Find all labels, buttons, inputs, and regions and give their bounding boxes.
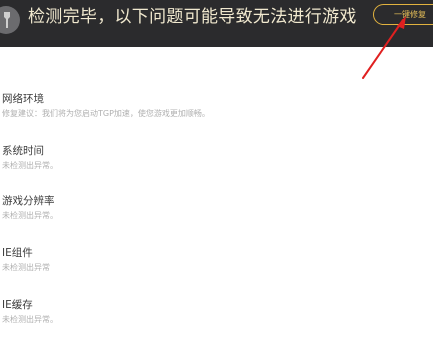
- issue-title: IE组件: [2, 247, 33, 259]
- one-click-fix-button[interactable]: 一键修复: [373, 4, 433, 25]
- issue-status: 未检测出异常。: [2, 211, 58, 220]
- issue-status: 未检测出异常: [2, 263, 50, 272]
- issue-item-network: 网络环境 修复建议：我们将为您启动TGP加速，使您游戏更加顺畅。: [2, 92, 433, 120]
- issue-status: 未检测出异常。: [2, 161, 58, 170]
- issue-title: IE缓存: [2, 299, 33, 311]
- issue-status: 修复建议：我们将为您启动TGP加速，使您游戏更加顺畅。: [2, 109, 210, 118]
- issue-item-system-time: 系统时间 未检测出异常。: [2, 144, 433, 172]
- wrench-icon: [0, 6, 20, 34]
- issue-title: 网络环境: [2, 93, 44, 105]
- result-header: 检测完毕，以下问题可能导致无法进行游戏 一键修复: [0, 0, 433, 47]
- issue-item-ie-cache: IE缓存 未检测出异常。: [2, 298, 433, 326]
- issue-item-ie-component: IE组件 未检测出异常: [2, 246, 433, 274]
- issue-status: 未检测出异常。: [2, 315, 58, 324]
- issue-title: 系统时间: [2, 145, 44, 157]
- issue-item-resolution: 游戏分辨率 未检测出异常。: [2, 194, 433, 222]
- issue-title: 游戏分辨率: [2, 195, 55, 207]
- header-title: 检测完毕，以下问题可能导致无法进行游戏: [28, 7, 357, 27]
